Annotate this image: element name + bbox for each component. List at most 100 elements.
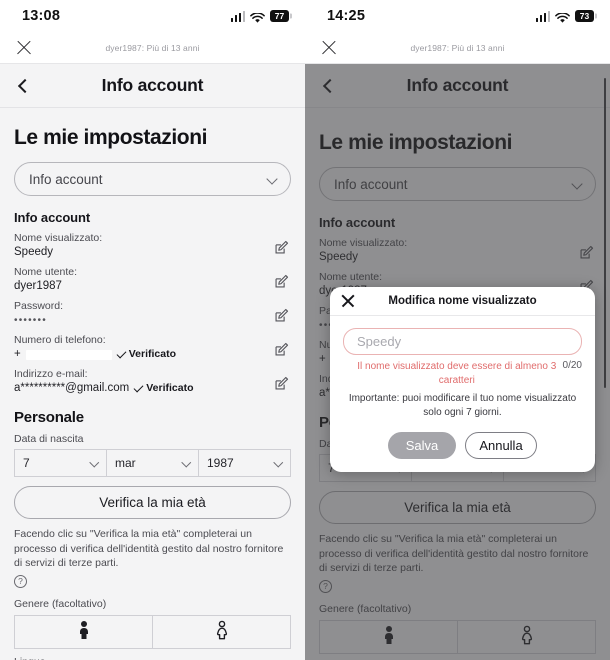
field-label: Nome utente: bbox=[14, 266, 78, 278]
field-row-display-name: Nome visualizzato: Speedy bbox=[14, 231, 291, 260]
field-value: Speedy bbox=[14, 245, 255, 260]
field-row-phone: Numero di telefono: + Verificato bbox=[14, 333, 291, 362]
date-of-birth-row: 7 mar 1987 bbox=[14, 449, 291, 477]
phone-panel-right: 14:25 73 dyer1987: Più di 13 anni Info a… bbox=[305, 0, 610, 660]
dialog-header: Modifica nome visualizzato bbox=[330, 287, 595, 316]
app-header: Info account bbox=[0, 64, 305, 108]
save-button[interactable]: Salva bbox=[388, 432, 456, 459]
field-row-display-name: Nome visualizzato: Speedy bbox=[319, 236, 596, 265]
character-counter: 0/20 bbox=[562, 360, 582, 371]
browser-tab-label: dyer1987: Più di 13 anni bbox=[410, 42, 505, 53]
chevron-left-icon[interactable] bbox=[313, 78, 347, 93]
dob-year-value: 1987 bbox=[207, 456, 234, 470]
dialog-actions: Salva Annulla bbox=[343, 432, 582, 459]
status-icons: 77 bbox=[230, 10, 289, 23]
verified-label: Verificato bbox=[128, 348, 176, 360]
edit-icon[interactable] bbox=[274, 376, 289, 391]
status-bar: 14:25 73 bbox=[305, 0, 610, 32]
field-value-text: ••••••• bbox=[14, 315, 47, 326]
browser-top-bar: dyer1987: Più di 13 anni bbox=[305, 32, 610, 64]
gender-label: Genere (facoltativo) bbox=[14, 598, 107, 610]
field-value-text: + bbox=[319, 353, 326, 365]
scrollbar[interactable] bbox=[604, 78, 606, 388]
verified-label: Verificato bbox=[146, 382, 194, 394]
page-header-title: Info account bbox=[101, 75, 204, 95]
edit-display-name-dialog: Modifica nome visualizzato Il nome visua… bbox=[330, 287, 595, 472]
gender-selector bbox=[319, 620, 596, 654]
field-value-text: + bbox=[14, 348, 21, 360]
validation-error-message: Il nome visualizzato deve essere di alme… bbox=[357, 361, 557, 386]
age-verification-disclaimer: Facendo clic su "Verifica la mia età" co… bbox=[319, 533, 589, 574]
field-value: a**********@gmail.com Verificato bbox=[14, 381, 255, 396]
verify-age-button[interactable]: Verifica la mia età bbox=[14, 486, 291, 519]
cellular-signal-icon bbox=[230, 10, 245, 22]
field-value: Speedy bbox=[319, 250, 560, 265]
cellular-signal-icon bbox=[535, 10, 550, 22]
close-icon[interactable] bbox=[340, 293, 356, 309]
section-title: Info account bbox=[319, 215, 396, 230]
close-icon[interactable] bbox=[14, 38, 34, 58]
phone-panel-left: 13:08 77 dyer1987: Più di 13 anni Info a… bbox=[0, 0, 305, 660]
check-icon bbox=[133, 382, 144, 393]
edit-icon[interactable] bbox=[274, 240, 289, 255]
field-row-password: Password: ••••••• bbox=[14, 299, 291, 328]
dob-year-select[interactable]: 1987 bbox=[199, 449, 291, 477]
dob-label: Data di nascita bbox=[14, 433, 84, 445]
gender-option-female[interactable] bbox=[153, 615, 291, 649]
dob-month-select[interactable]: mar bbox=[107, 449, 199, 477]
wifi-icon bbox=[555, 11, 570, 23]
browser-tab-label: dyer1987: Più di 13 anni bbox=[105, 42, 200, 53]
field-label: Indirizzo e-mail: bbox=[14, 368, 88, 380]
gender-option-female[interactable] bbox=[458, 620, 596, 654]
dob-month-value: mar bbox=[115, 456, 136, 470]
edit-icon[interactable] bbox=[274, 342, 289, 357]
status-time: 13:08 bbox=[22, 8, 61, 24]
dialog-title: Modifica nome visualizzato bbox=[388, 295, 537, 307]
gender-label: Genere (facoltativo) bbox=[319, 603, 412, 615]
field-value: dyer1987 bbox=[14, 279, 255, 294]
verify-age-button[interactable]: Verifica la mia età bbox=[319, 491, 596, 524]
chevron-down-icon bbox=[181, 457, 191, 467]
field-value: + Verificato bbox=[14, 347, 255, 362]
battery-indicator: 77 bbox=[270, 10, 289, 22]
dialog-body: Il nome visualizzato deve essere di alme… bbox=[330, 316, 595, 472]
question-mark-icon[interactable]: ? bbox=[319, 579, 332, 593]
dob-day-value: 7 bbox=[23, 456, 30, 470]
section-select-value: Info account bbox=[334, 176, 408, 192]
field-value-text: Speedy bbox=[319, 251, 359, 263]
dialog-note: Importante: puoi modificare il tuo nome … bbox=[348, 393, 577, 418]
dob-day-select[interactable]: 7 bbox=[14, 449, 107, 477]
language-label: Lingua bbox=[14, 656, 291, 660]
question-mark-icon[interactable]: ? bbox=[14, 574, 27, 588]
edit-icon[interactable] bbox=[579, 245, 594, 260]
verified-badge: Verificato bbox=[116, 347, 176, 362]
gender-option-male[interactable] bbox=[319, 620, 458, 654]
section-select[interactable]: Info account bbox=[319, 167, 596, 201]
personal-section-title: Personale bbox=[14, 409, 84, 426]
male-figure-icon bbox=[76, 620, 92, 645]
chevron-down-icon bbox=[571, 178, 583, 190]
section-title: Info account bbox=[14, 210, 91, 225]
field-value-text: a**********@gmail.com bbox=[14, 382, 130, 394]
male-figure-icon bbox=[381, 625, 397, 650]
field-label: Nome visualizzato: bbox=[14, 232, 103, 244]
display-name-input[interactable] bbox=[343, 328, 582, 355]
gender-option-male[interactable] bbox=[14, 615, 153, 649]
chevron-left-icon[interactable] bbox=[8, 78, 42, 93]
status-time: 14:25 bbox=[327, 8, 366, 24]
field-label: Password: bbox=[14, 300, 64, 312]
wifi-icon bbox=[250, 11, 265, 23]
redaction-bar bbox=[25, 349, 112, 360]
edit-icon[interactable] bbox=[274, 274, 289, 289]
page-title: Le mie impostazioni bbox=[319, 131, 513, 154]
field-label: Nome visualizzato: bbox=[319, 237, 408, 249]
account-field-list: Nome visualizzato: Speedy Nome utente: d… bbox=[14, 231, 291, 396]
close-icon[interactable] bbox=[319, 38, 339, 58]
validation-row: Il nome visualizzato deve essere di alme… bbox=[343, 360, 582, 387]
check-icon bbox=[116, 348, 127, 359]
female-figure-icon bbox=[519, 625, 535, 650]
edit-icon[interactable] bbox=[274, 308, 289, 323]
section-select[interactable]: Info account bbox=[14, 162, 291, 196]
status-icons: 73 bbox=[535, 10, 594, 23]
cancel-button[interactable]: Annulla bbox=[465, 432, 537, 459]
